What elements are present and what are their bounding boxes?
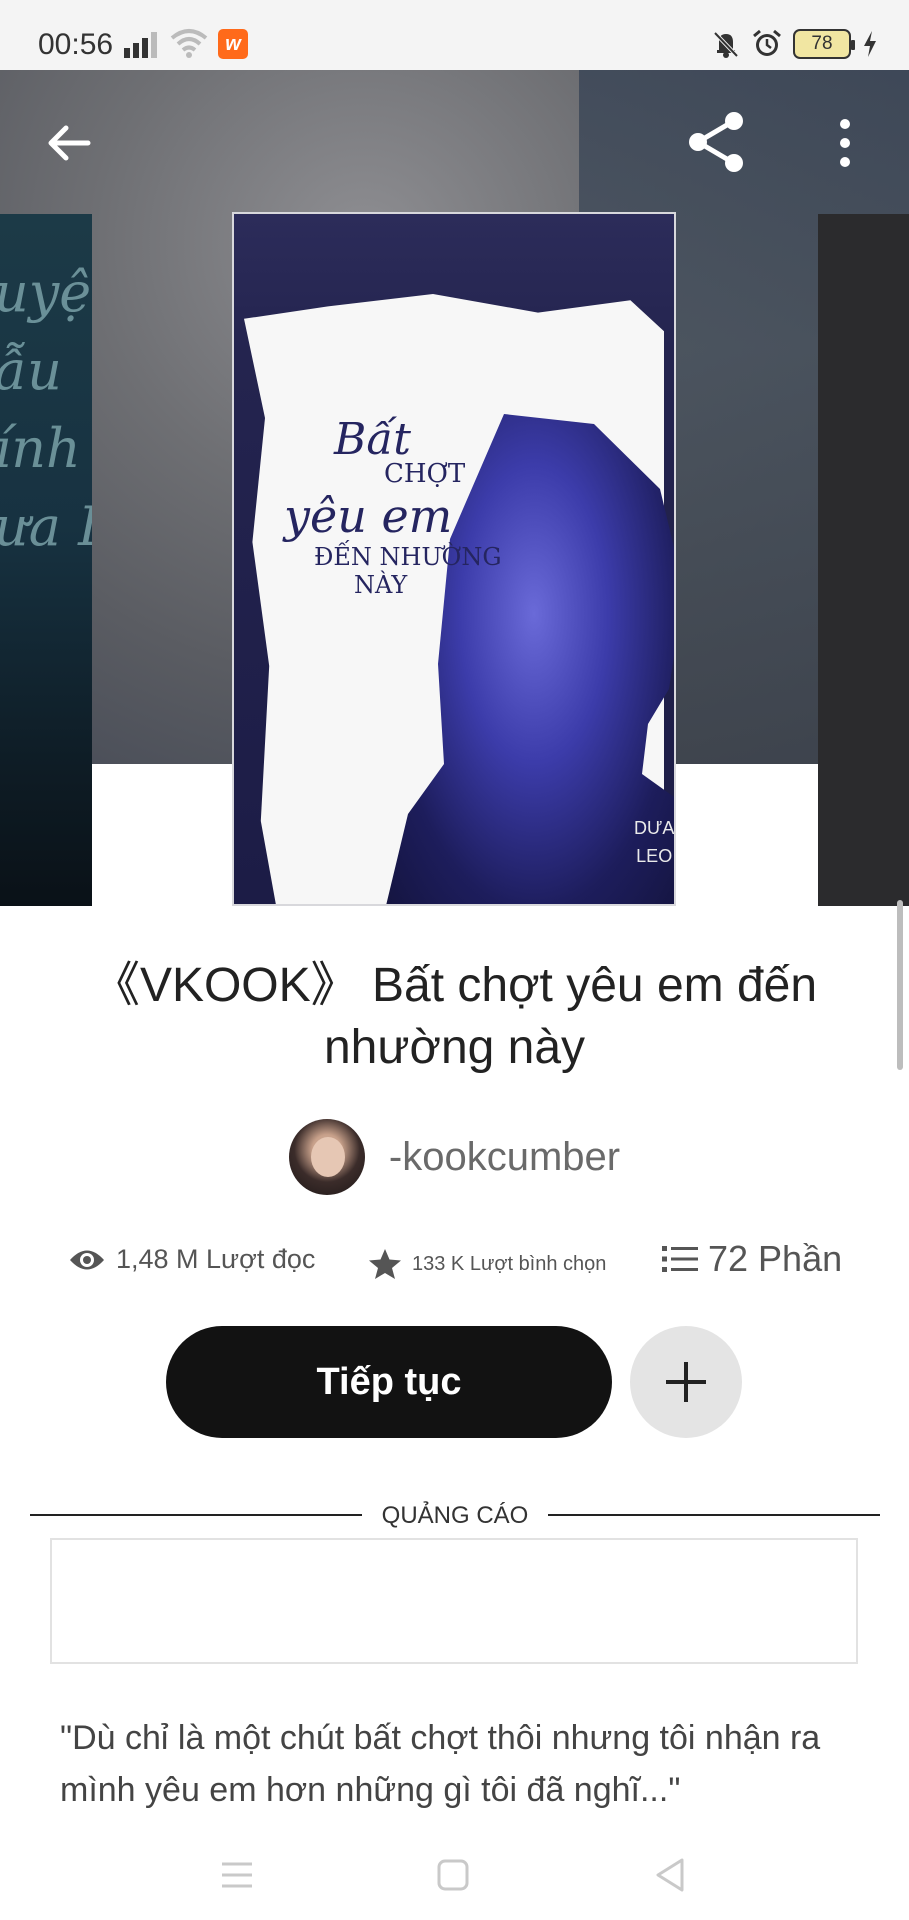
cover-author-art: DƯA LEO <box>634 818 675 866</box>
divider-line <box>548 1514 880 1516</box>
charging-icon <box>864 31 876 57</box>
status-bar: 00:56 w 78 <box>0 0 909 70</box>
book-title: 《VKOOK》 Bất chợt yêu em đến nhường này <box>91 959 818 1074</box>
cover-title-line: ĐẾN NHƯỜNG <box>314 543 502 571</box>
signal-icon <box>124 32 157 58</box>
reads-stat: 1,48 M Lượt đọc <box>68 1244 315 1275</box>
cover-title-line: NÀY <box>354 571 408 599</box>
share-icon[interactable] <box>684 110 748 174</box>
cover-carousel[interactable]: uyệt ẫu ính ưa Leo Bất CHỢT yêu em ĐẾN N… <box>0 70 909 906</box>
book-cover[interactable]: Bất CHỢT yêu em ĐẾN NHƯỜNG NÀY DƯA LEO <box>232 212 676 906</box>
status-right: 78 <box>711 26 879 62</box>
eye-icon <box>70 1250 104 1269</box>
divider-line <box>30 1514 362 1516</box>
home-icon[interactable] <box>428 1850 478 1900</box>
ad-slot[interactable] <box>50 1538 858 1664</box>
cover-title-art: Bất CHỢT yêu em ĐẾN NHƯỜNG NÀY <box>274 414 502 599</box>
app-notification-icon: w <box>218 29 248 59</box>
add-to-library-button[interactable] <box>630 1326 742 1438</box>
continue-reading-button[interactable]: Tiếp tục <box>166 1326 612 1438</box>
battery-indicator: 78 <box>793 29 855 59</box>
cover-title-line: Bất <box>334 414 411 465</box>
previous-book-cover[interactable]: uyệt ẫu ính ưa Leo <box>0 214 92 906</box>
star-icon <box>369 1249 401 1279</box>
reads-count: 1,48 M Lượt đọc <box>116 1244 316 1274</box>
author-row[interactable]: -kookcumber <box>0 1118 909 1196</box>
ad-label: QUẢNG CÁO <box>381 1502 529 1529</box>
votes-stat: 133 K Lượt bình chọn <box>368 1248 606 1280</box>
back-arrow-icon[interactable] <box>44 118 94 168</box>
cover-title-line: CHỢT <box>384 459 466 489</box>
system-nav-bar <box>0 1830 909 1920</box>
previous-cover-title: uyệt ẫu ính ưa Leo <box>0 261 92 558</box>
parts-stat[interactable]: 72 Phần <box>662 1238 842 1280</box>
wifi-icon <box>170 29 208 58</box>
book-description[interactable]: "Dù chỉ là một chút bất chợt thôi nhưng … <box>60 1712 860 1816</box>
back-triangle-icon[interactable] <box>646 1850 696 1900</box>
mute-bell-icon <box>713 31 739 58</box>
next-book-cover[interactable] <box>818 214 909 906</box>
list-icon <box>662 1246 698 1272</box>
more-options-icon[interactable] <box>830 116 860 170</box>
ad-divider: QUẢNG CÁO <box>30 1500 880 1530</box>
votes-count: 133 K Lượt bình chọn <box>412 1252 607 1275</box>
menu-icon[interactable] <box>212 1850 262 1900</box>
scrollbar[interactable] <box>897 900 903 1070</box>
plus-icon <box>666 1362 706 1402</box>
parts-count: 72 Phần <box>708 1238 843 1279</box>
alarm-icon <box>753 29 781 56</box>
author-avatar[interactable] <box>288 1119 365 1195</box>
book-stats: 1,48 M Lượt đọc 133 K Lượt bình chọn 72 … <box>0 1238 909 1288</box>
author-name[interactable]: -kookcumber <box>389 1135 620 1180</box>
status-time: 00:56 <box>38 28 114 61</box>
cover-title-line: yêu em <box>284 489 453 543</box>
